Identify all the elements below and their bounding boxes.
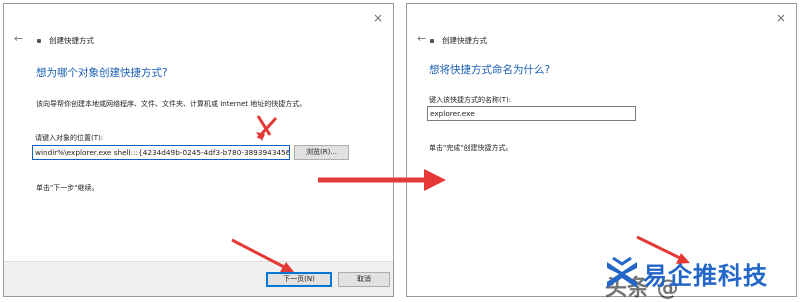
red-arrow-icon bbox=[256, 115, 278, 141]
red-arrow-icon bbox=[318, 169, 446, 191]
watermark-brand: 易企推科技 bbox=[643, 262, 768, 290]
red-arrow-icon bbox=[231, 238, 294, 272]
watermark: 头条 @ 易企推科技 bbox=[603, 252, 799, 301]
watermark-logo-icon bbox=[607, 256, 637, 288]
